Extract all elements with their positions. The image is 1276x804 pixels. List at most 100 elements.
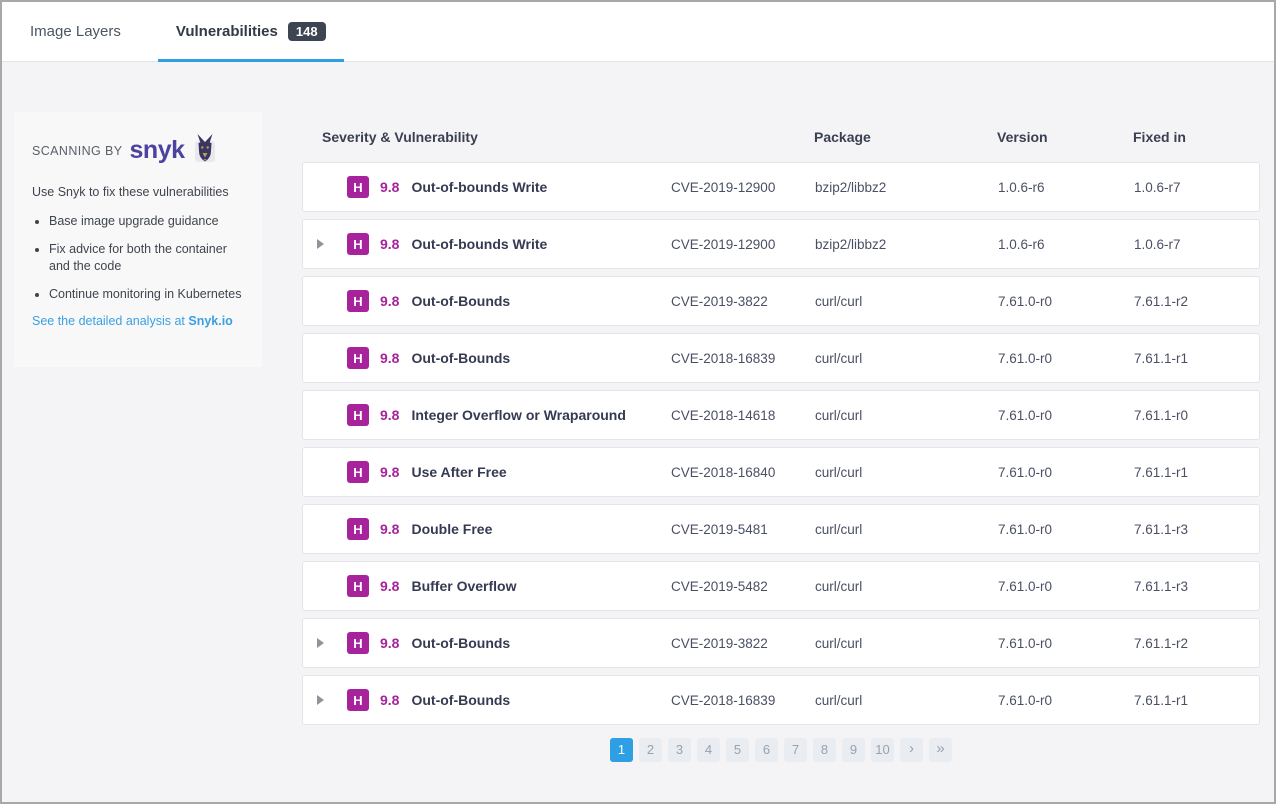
tab-image-layers-label: Image Layers	[30, 23, 121, 40]
vulnerability-title: Out-of-Bounds	[411, 635, 510, 651]
page-button-5[interactable]: 5	[726, 738, 749, 762]
table-row[interactable]: H 9.8 Out-of-Bounds CVE-2019-3822 curl/c…	[302, 276, 1260, 326]
table-row[interactable]: H 9.8 Out-of-Bounds CVE-2018-16839 curl/…	[302, 333, 1260, 383]
page-button-10[interactable]: 10	[871, 738, 894, 762]
fixed-in-cell: 7.61.1-r3	[1134, 522, 1259, 537]
chevron-double-right-icon: »	[936, 740, 944, 757]
severity-badge: H	[347, 461, 369, 483]
severity-vulnerability-cell: H 9.8 Buffer Overflow	[303, 575, 671, 597]
severity-vulnerability-cell: H 9.8 Integer Overflow or Wraparound	[303, 404, 671, 426]
cvss-score: 9.8	[380, 350, 399, 366]
cvss-score: 9.8	[380, 464, 399, 480]
table-body: H 9.8 Out-of-bounds Write CVE-2019-12900…	[302, 162, 1260, 725]
vulnerability-title: Out-of-Bounds	[411, 692, 510, 708]
package-cell: curl/curl	[815, 579, 998, 594]
severity-vulnerability-cell: H 9.8 Out-of-bounds Write	[303, 176, 671, 198]
tab-bar: Image Layers Vulnerabilities 148	[2, 2, 1274, 62]
snyk-dog-icon	[192, 134, 218, 164]
page-button-2[interactable]: 2	[639, 738, 662, 762]
severity-badge: H	[347, 632, 369, 654]
cvss-score: 9.8	[380, 578, 399, 594]
vulnerability-title: Out-of-Bounds	[411, 293, 510, 309]
next-page-button[interactable]: ›	[900, 738, 923, 762]
severity-vulnerability-cell: H 9.8 Use After Free	[303, 461, 671, 483]
vulnerability-title: Use After Free	[411, 464, 506, 480]
package-cell: curl/curl	[815, 351, 998, 366]
cve-cell: CVE-2018-16840	[671, 465, 815, 480]
package-cell: curl/curl	[815, 408, 998, 423]
tab-image-layers[interactable]: Image Layers	[30, 2, 121, 61]
benefit-item: Fix advice for both the container and th…	[49, 241, 244, 275]
table-row[interactable]: H 9.8 Out-of-bounds Write CVE-2019-12900…	[302, 162, 1260, 212]
version-cell: 7.61.0-r0	[998, 351, 1134, 366]
page-button-4[interactable]: 4	[697, 738, 720, 762]
table-row[interactable]: H 9.8 Out-of-bounds Write CVE-2019-12900…	[302, 219, 1260, 269]
fixed-in-cell: 7.61.1-r0	[1134, 408, 1259, 423]
table-row[interactable]: H 9.8 Use After Free CVE-2018-16840 curl…	[302, 447, 1260, 497]
scanning-by-label: SCANNING BY	[32, 144, 123, 158]
version-cell: 7.61.0-r0	[998, 294, 1134, 309]
package-cell: curl/curl	[815, 465, 998, 480]
severity-badge: H	[347, 689, 369, 711]
table-row[interactable]: H 9.8 Out-of-Bounds CVE-2018-16839 curl/…	[302, 675, 1260, 725]
severity-badge: H	[347, 575, 369, 597]
tab-vulnerabilities[interactable]: Vulnerabilities 148	[158, 2, 344, 61]
cve-cell: CVE-2018-14618	[671, 408, 815, 423]
expand-arrow-icon[interactable]	[317, 695, 347, 705]
cve-cell: CVE-2018-16839	[671, 351, 815, 366]
fixed-in-cell: 7.61.1-r1	[1134, 351, 1259, 366]
cvss-score: 9.8	[380, 521, 399, 537]
chevron-right-icon: ›	[909, 740, 914, 757]
fixed-in-cell: 7.61.1-r2	[1134, 294, 1259, 309]
page-button-1[interactable]: 1	[610, 738, 633, 762]
benefit-item: Base image upgrade guidance	[49, 213, 244, 230]
fixed-in-cell: 7.61.1-r3	[1134, 579, 1259, 594]
page-button-7[interactable]: 7	[784, 738, 807, 762]
cvss-score: 9.8	[380, 692, 399, 708]
cvss-score: 9.8	[380, 236, 399, 252]
severity-badge: H	[347, 347, 369, 369]
page-button-9[interactable]: 9	[842, 738, 865, 762]
header-severity-vulnerability: Severity & Vulnerability	[302, 129, 670, 145]
snyk-benefits-list: Base image upgrade guidance Fix advice f…	[32, 213, 244, 303]
version-cell: 1.0.6-r6	[998, 237, 1134, 252]
benefit-item: Continue monitoring in Kubernetes	[49, 286, 244, 303]
vulnerability-title: Out-of-bounds Write	[411, 236, 547, 252]
header-fixed-in: Fixed in	[1133, 129, 1260, 145]
cve-cell: CVE-2019-5482	[671, 579, 815, 594]
fixed-in-cell: 1.0.6-r7	[1134, 237, 1259, 252]
snyk-detailed-analysis-link[interactable]: See the detailed analysis at Snyk.io	[32, 314, 244, 328]
fixed-in-cell: 7.61.1-r1	[1134, 465, 1259, 480]
table-row[interactable]: H 9.8 Buffer Overflow CVE-2019-5482 curl…	[302, 561, 1260, 611]
expand-arrow-icon[interactable]	[317, 638, 347, 648]
vulnerability-title: Buffer Overflow	[411, 578, 516, 594]
table-row[interactable]: H 9.8 Out-of-Bounds CVE-2019-3822 curl/c…	[302, 618, 1260, 668]
page-button-8[interactable]: 8	[813, 738, 836, 762]
package-cell: bzip2/libbz2	[815, 237, 998, 252]
expand-arrow-icon[interactable]	[317, 239, 347, 249]
pagination: 12345678910 › »	[302, 738, 1260, 762]
header-package: Package	[814, 129, 997, 145]
vulnerability-title: Double Free	[411, 521, 492, 537]
severity-vulnerability-cell: H 9.8 Out-of-Bounds	[303, 347, 671, 369]
vulnerability-title: Out-of-bounds Write	[411, 179, 547, 195]
snyk-info-card: SCANNING BY snyk Use Snyk to fix these v…	[14, 112, 262, 367]
last-page-button[interactable]: »	[929, 738, 952, 762]
package-cell: curl/curl	[815, 693, 998, 708]
link-prefix: See the detailed analysis at	[32, 314, 188, 328]
header-version: Version	[997, 129, 1133, 145]
severity-badge: H	[347, 518, 369, 540]
package-cell: bzip2/libbz2	[815, 180, 998, 195]
package-cell: curl/curl	[815, 522, 998, 537]
fixed-in-cell: 7.61.1-r2	[1134, 636, 1259, 651]
version-cell: 7.61.0-r0	[998, 579, 1134, 594]
package-cell: curl/curl	[815, 636, 998, 651]
page-button-3[interactable]: 3	[668, 738, 691, 762]
table-row[interactable]: H 9.8 Integer Overflow or Wraparound CVE…	[302, 390, 1260, 440]
severity-badge: H	[347, 404, 369, 426]
version-cell: 7.61.0-r0	[998, 465, 1134, 480]
table-row[interactable]: H 9.8 Double Free CVE-2019-5481 curl/cur…	[302, 504, 1260, 554]
page-button-6[interactable]: 6	[755, 738, 778, 762]
vulnerabilities-count-badge: 148	[288, 22, 326, 41]
severity-vulnerability-cell: H 9.8 Out-of-Bounds	[303, 290, 671, 312]
